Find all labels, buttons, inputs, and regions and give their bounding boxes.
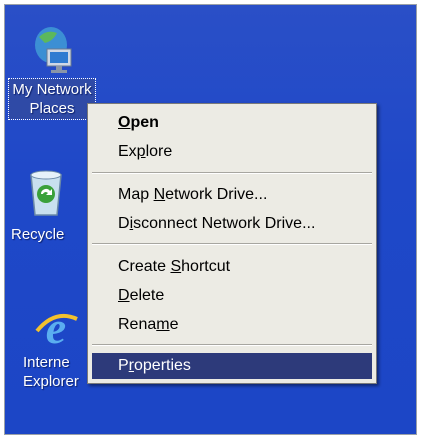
desktop[interactable]: My Network Places Recycle e Interne Expl… (4, 4, 417, 435)
network-places-icon (35, 27, 72, 73)
menu-item-map-network-drive[interactable]: Map Network Drive... (92, 182, 372, 208)
recycle-bin-icon (30, 170, 62, 216)
my-network-places-shortcut[interactable]: My Network Places (7, 19, 97, 120)
internet-explorer-label-line1: Interne (23, 354, 70, 371)
internet-explorer-icon: e (35, 302, 78, 353)
menu-separator (92, 344, 372, 346)
menu-item-create-shortcut[interactable]: Create Shortcut (92, 254, 372, 280)
menu-separator (92, 243, 372, 245)
menu-item-disconnect-network-drive[interactable]: Disconnect Network Drive... (92, 211, 372, 237)
context-menu: Open Explore Map Network Drive... Discon… (87, 103, 377, 384)
menu-item-rename[interactable]: Rename (92, 312, 372, 338)
menu-separator (92, 172, 372, 174)
my-network-places-label: My Network Places (8, 78, 96, 120)
recycle-bin-shortcut[interactable]: Recycle (5, 167, 91, 244)
menu-item-open[interactable]: Open (92, 110, 372, 136)
menu-item-explore[interactable]: Explore (92, 139, 372, 165)
internet-explorer-label-line2: Explorer (23, 373, 79, 390)
menu-item-delete[interactable]: Delete (92, 283, 372, 309)
svg-text:e: e (46, 302, 66, 353)
recycle-bin-label: Recycle (11, 226, 65, 243)
menu-item-properties[interactable]: Properties (92, 353, 372, 379)
